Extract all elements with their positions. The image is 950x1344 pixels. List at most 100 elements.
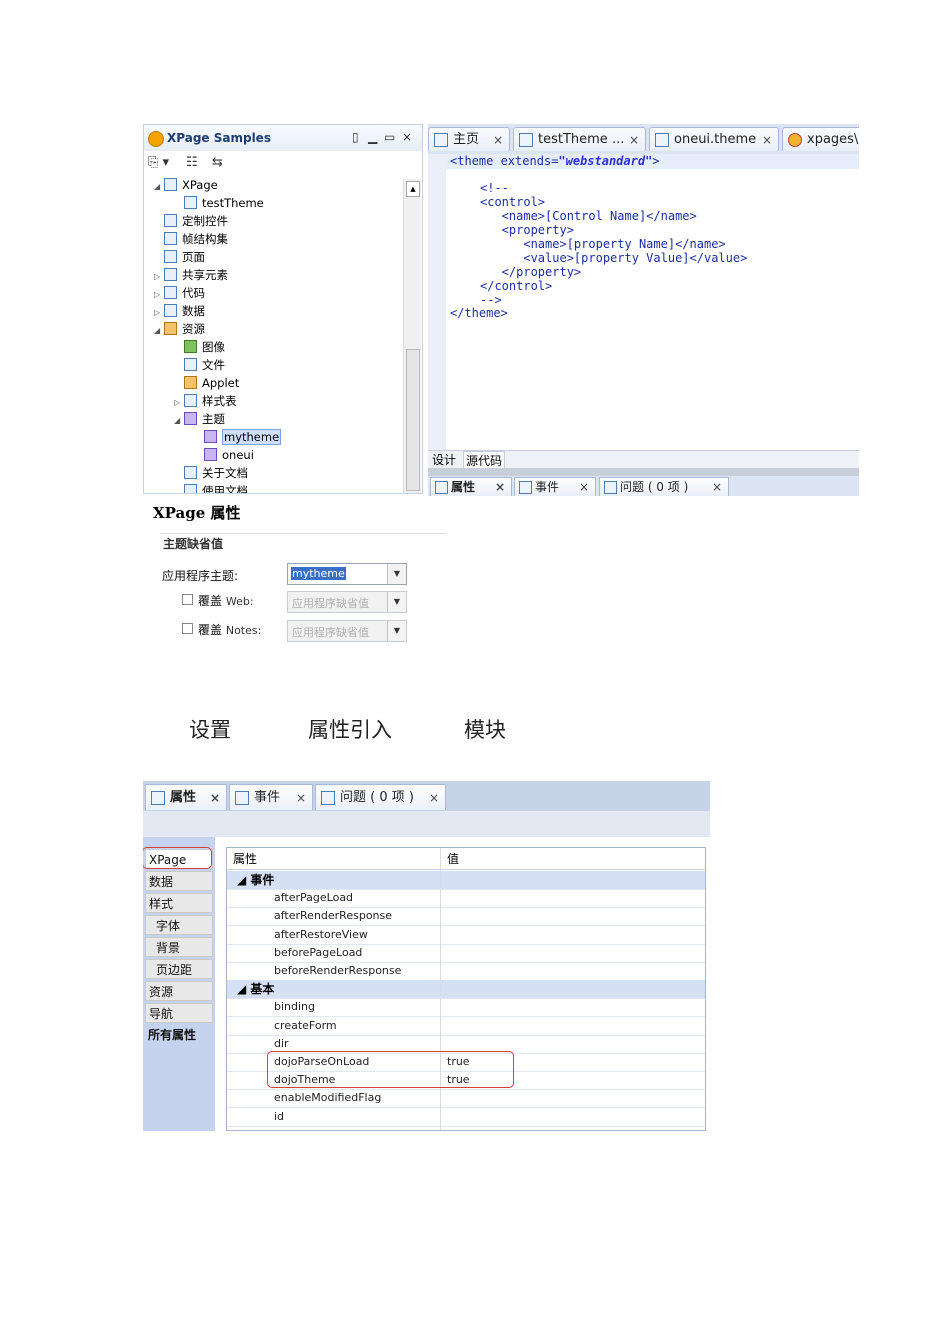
- table-row[interactable]: lang: [227, 1126, 705, 1130]
- tab-close-icon[interactable]: ×: [210, 785, 220, 811]
- tree-item[interactable]: 图像: [174, 339, 225, 356]
- sidebar-item[interactable]: 资源: [145, 981, 213, 1001]
- tree-item[interactable]: 页面: [154, 249, 205, 266]
- body-text-setup: 设置: [189, 718, 231, 742]
- close-icon[interactable]: ×: [402, 130, 412, 144]
- tree-twisty-icon[interactable]: ◢: [154, 322, 164, 339]
- dropdown-arrow-icon[interactable]: ▼: [387, 564, 406, 584]
- tab-properties[interactable]: 属性 ×: [430, 477, 512, 496]
- tab-design[interactable]: 设计: [432, 451, 456, 469]
- link-editor-icon[interactable]: ⇆: [212, 155, 223, 170]
- minimize-icon[interactable]: ▁: [368, 130, 377, 144]
- tab-close-icon[interactable]: ×: [429, 785, 439, 811]
- tree-item[interactable]: ◢ XPage: [154, 177, 218, 194]
- scroll-up-arrow-icon[interactable]: ▲: [406, 181, 420, 197]
- tab-events[interactable]: 事件 ×: [229, 784, 313, 810]
- table-row[interactable]: binding: [227, 998, 705, 1018]
- code-line-theme-open: <theme extends="webstandard">: [450, 154, 660, 168]
- table-row[interactable]: afterRenderResponse: [227, 907, 705, 927]
- tree-item[interactable]: 文件: [174, 357, 225, 374]
- tree-item[interactable]: mytheme: [194, 429, 282, 446]
- tree-item[interactable]: Applet: [174, 375, 239, 392]
- table-row[interactable]: afterPageLoad: [227, 889, 705, 909]
- tree-item[interactable]: 使用文档: [174, 483, 248, 493]
- tab-close-icon[interactable]: ×: [762, 128, 772, 152]
- tree-item[interactable]: 定制控件: [154, 213, 228, 230]
- tab-events[interactable]: 事件 ×: [514, 477, 596, 496]
- tree-twisty-icon[interactable]: ▷: [154, 268, 164, 285]
- code-line: <value>[property Value]</value>: [480, 251, 748, 265]
- tab-problems[interactable]: 问题 ( 0 项 ) ×: [315, 784, 446, 810]
- tab-close-icon[interactable]: ×: [712, 478, 722, 496]
- tab-home[interactable]: 主页 ×: [428, 127, 510, 151]
- tree-item-label: testTheme: [202, 196, 264, 210]
- tab-testtheme[interactable]: testTheme ... ×: [513, 127, 646, 151]
- scroll-thumb[interactable]: [406, 349, 420, 491]
- property-column-header[interactable]: 属性: [227, 848, 440, 870]
- tree-item[interactable]: ▷ 样式表: [174, 393, 237, 410]
- tab-close-icon[interactable]: ×: [296, 785, 306, 811]
- tree-twisty-icon[interactable]: ▷: [174, 394, 184, 411]
- tab-close-icon[interactable]: ×: [495, 478, 505, 496]
- tab-xpages-source[interactable]: xpages\S: [782, 127, 859, 151]
- table-row[interactable]: afterRestoreView: [227, 926, 705, 945]
- override-notes-checkbox[interactable]: [182, 623, 193, 634]
- table-row[interactable]: id: [227, 1108, 705, 1127]
- dropdown-arrow-icon[interactable]: ▼: [387, 592, 406, 612]
- sidebar-item[interactable]: 所有属性: [145, 1025, 213, 1045]
- data-icon: [164, 304, 177, 317]
- dropdown-arrow-icon[interactable]: ▼: [387, 621, 406, 641]
- tab-oneui-theme[interactable]: oneui.theme ×: [649, 127, 779, 151]
- category-row[interactable]: ◢ 事件: [227, 871, 705, 890]
- tree-item[interactable]: ◢ 资源: [154, 321, 205, 338]
- theme-icon: [204, 430, 217, 443]
- tab-close-icon[interactable]: ×: [493, 128, 503, 152]
- tab-problems[interactable]: 问题 ( 0 项 ) ×: [599, 477, 729, 496]
- source-code-editor[interactable]: <theme extends="webstandard"> <!-- <contr…: [428, 154, 859, 470]
- tree-twisty-icon[interactable]: ◢: [154, 178, 164, 195]
- notes-theme-combo[interactable]: 应用程序缺省值 ▼: [287, 620, 407, 642]
- tab-properties[interactable]: 属性 ×: [145, 784, 227, 810]
- sidebar-item[interactable]: 数据: [145, 871, 213, 891]
- web-theme-combo[interactable]: 应用程序缺省值 ▼: [287, 591, 407, 613]
- table-row[interactable]: enableModifiedFlag: [227, 1089, 705, 1109]
- table-row[interactable]: beforeRenderResponse: [227, 962, 705, 981]
- tab-close-icon[interactable]: ×: [579, 478, 589, 496]
- tree-item[interactable]: ◢ 主题: [174, 411, 225, 428]
- tree-twisty-icon[interactable]: ▷: [154, 304, 164, 321]
- sidebar-item[interactable]: 字体: [145, 915, 213, 935]
- sidebar-item[interactable]: 导航: [145, 1003, 213, 1023]
- xpage-icon: [519, 133, 533, 147]
- tree-item[interactable]: testTheme: [174, 195, 264, 212]
- sidebar-item[interactable]: 背景: [145, 937, 213, 957]
- override-web-checkbox[interactable]: [182, 594, 193, 605]
- restore-icon[interactable]: ▯: [352, 130, 359, 144]
- tree-item[interactable]: ▷ 共享元素: [154, 267, 228, 284]
- tree-item[interactable]: 帧结构集: [154, 231, 228, 248]
- tree-vertical-scrollbar[interactable]: ▲: [403, 179, 421, 493]
- splitter[interactable]: [428, 468, 859, 476]
- tree-item[interactable]: 关于文档: [174, 465, 248, 482]
- tree-item[interactable]: ▷ 数据: [154, 303, 205, 320]
- table-row[interactable]: createForm: [227, 1017, 705, 1036]
- tree-item[interactable]: ▷ 代码: [154, 285, 205, 302]
- sidebar-item[interactable]: 样式: [145, 893, 213, 913]
- tab-close-icon[interactable]: ×: [629, 128, 639, 152]
- maximize-icon[interactable]: ▭: [384, 130, 395, 144]
- tree-item[interactable]: oneui: [194, 447, 254, 464]
- category-row[interactable]: ◢ 基本: [227, 980, 705, 1000]
- app-theme-combo[interactable]: mytheme ▼: [287, 563, 407, 585]
- frame-icon: [164, 232, 177, 245]
- web-theme-value: 应用程序缺省值: [292, 597, 369, 610]
- theme-icon: [184, 412, 197, 425]
- code-line: <name>[Control Name]</name>: [480, 209, 697, 223]
- category-label: ◢ 事件: [237, 873, 275, 887]
- collapse-all-icon[interactable]: ☷: [186, 155, 198, 170]
- tree-twisty-icon[interactable]: ◢: [174, 412, 184, 429]
- section-divider: [160, 533, 446, 534]
- table-row[interactable]: beforePageLoad: [227, 944, 705, 963]
- value-column-header[interactable]: 值: [441, 848, 705, 870]
- new-menu-icon[interactable]: ⎘ ▾: [148, 155, 169, 170]
- tree-twisty-icon[interactable]: ▷: [154, 286, 164, 303]
- sidebar-item[interactable]: 页边距: [145, 959, 213, 979]
